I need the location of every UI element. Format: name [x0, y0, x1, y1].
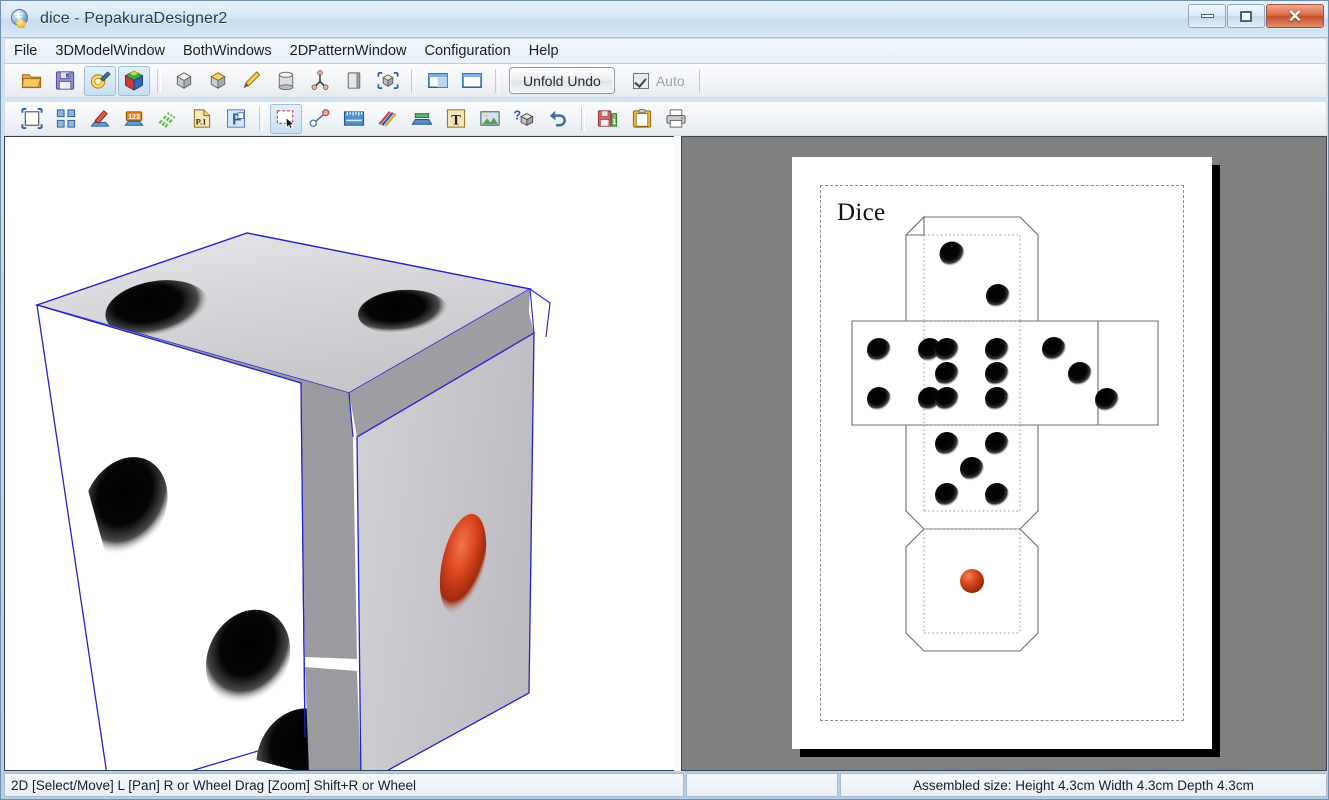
- fold-lines-icon[interactable]: [152, 104, 184, 134]
- measure-icon[interactable]: [304, 104, 336, 134]
- svg-text:?: ?: [513, 108, 521, 122]
- help-model-icon[interactable]: ?: [508, 104, 540, 134]
- title-bar: dice - PepakuraDesigner2 ✕: [1, 1, 1328, 38]
- close-button[interactable]: ✕: [1266, 4, 1324, 28]
- fold-model-icon[interactable]: [202, 66, 234, 96]
- status-bar: 2D [Select/Move] L [Pan] R or Wheel Drag…: [4, 773, 1327, 797]
- red-pip: [960, 569, 984, 593]
- toolbar-primary: Unfold Undo Auto: [4, 64, 1327, 98]
- close-icon: ✕: [1287, 6, 1303, 26]
- print-icon[interactable]: [660, 104, 692, 134]
- select-area-icon[interactable]: [270, 103, 302, 134]
- status-assembled-size: Assembled size: Height 4.3cm Width 4.3cm…: [840, 773, 1327, 797]
- svg-text:T: T: [451, 112, 461, 128]
- menu-help[interactable]: Help: [520, 40, 568, 62]
- dice-cube-3d: [34, 232, 551, 770]
- menu-file[interactable]: File: [5, 40, 46, 62]
- work-area: Dice: [4, 136, 1327, 771]
- window-title: dice - PepakuraDesigner2: [40, 10, 228, 27]
- maximize-icon: [1240, 10, 1252, 22]
- split-window-icon[interactable]: [422, 66, 454, 96]
- auto-checkbox[interactable]: [632, 72, 649, 89]
- menu-configuration[interactable]: Configuration: [416, 40, 520, 62]
- open-file-icon[interactable]: [16, 66, 48, 96]
- cylinder-icon[interactable]: [270, 66, 302, 96]
- menu-bar: File 3DModelWindow BothWindows 2DPattern…: [4, 38, 1327, 64]
- window-controls: ✕: [1187, 4, 1324, 28]
- menu-bothwindows[interactable]: BothWindows: [174, 40, 281, 62]
- join-faces-icon[interactable]: [304, 66, 336, 96]
- minimize-icon: [1200, 14, 1214, 18]
- status-hint: 2D [Select/Move] L [Pan] R or Wheel Drag…: [4, 773, 684, 797]
- unfold-undo-button[interactable]: Unfold Undo: [509, 67, 615, 94]
- maximize-button[interactable]: [1227, 4, 1265, 28]
- minimize-button[interactable]: [1188, 4, 1226, 28]
- panel-splitter[interactable]: [674, 136, 681, 771]
- page-one-icon[interactable]: P.1: [186, 104, 218, 134]
- auto-checkbox-group[interactable]: Auto: [632, 72, 685, 89]
- dice-unfold-net: [851, 215, 1159, 652]
- auto-label: Auto: [655, 72, 685, 89]
- pattern-page[interactable]: Dice: [792, 157, 1212, 749]
- unfold-model-icon[interactable]: [168, 66, 200, 96]
- svg-text:1: 1: [612, 117, 617, 126]
- toolbar-secondary: 123 P.1 F T ? 1: [4, 102, 1327, 136]
- undo-icon[interactable]: [542, 104, 574, 134]
- single-window-icon[interactable]: [456, 66, 488, 96]
- select-move-icon[interactable]: [16, 104, 48, 134]
- 3d-model-view[interactable]: [4, 136, 674, 771]
- edit-flaps-icon[interactable]: [236, 66, 268, 96]
- svg-text:123: 123: [128, 113, 140, 121]
- scatter-parts-icon[interactable]: [50, 104, 82, 134]
- divide-face-icon[interactable]: [338, 66, 370, 96]
- line-styles-icon[interactable]: [372, 104, 404, 134]
- scale-ruler-icon[interactable]: [338, 104, 370, 134]
- number-edges-icon[interactable]: 123: [118, 104, 150, 134]
- svg-text:P.1: P.1: [196, 116, 207, 126]
- save-pdo-icon[interactable]: 1: [592, 104, 624, 134]
- add-image-icon[interactable]: [474, 104, 506, 134]
- clipboard-icon[interactable]: [626, 104, 658, 134]
- rotate-parts-icon[interactable]: [372, 66, 404, 96]
- color-cube-icon[interactable]: [118, 65, 150, 96]
- add-text-icon[interactable]: T: [440, 104, 472, 134]
- menu-3dmodelwindow[interactable]: 3DModelWindow: [46, 40, 174, 62]
- font-settings-icon[interactable]: F: [220, 104, 252, 134]
- application-window: dice - PepakuraDesigner2 ✕ File 3DModelW…: [0, 0, 1329, 800]
- 2d-pattern-view[interactable]: Dice: [681, 136, 1327, 771]
- menu-2dpatternwindow[interactable]: 2DPatternWindow: [281, 40, 416, 62]
- globe-icon: [10, 8, 32, 30]
- status-middle: [686, 773, 838, 797]
- texture-edit-icon[interactable]: [84, 65, 116, 96]
- print-preview-icon[interactable]: [406, 104, 438, 134]
- save-file-icon[interactable]: [50, 66, 82, 96]
- edit-flap-shape-icon[interactable]: [84, 104, 116, 134]
